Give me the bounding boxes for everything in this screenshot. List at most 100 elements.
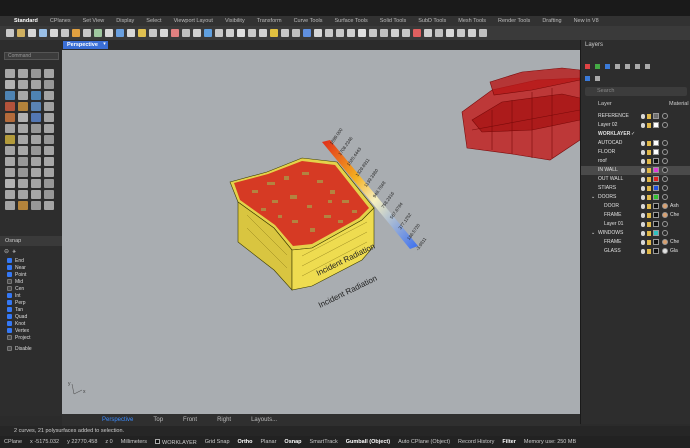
viewport-tab-top[interactable]: Top (153, 417, 163, 423)
visibility-bulb-icon[interactable] (641, 114, 645, 119)
layer-color-swatch[interactable] (653, 158, 659, 164)
osnap-checkbox[interactable] (7, 328, 12, 333)
layer-row[interactable]: FLOOR (581, 148, 690, 157)
tab-subd-tools[interactable]: SubD Tools (412, 18, 452, 24)
toolbar-tool-icon[interactable] (259, 29, 267, 37)
material-swatch[interactable] (662, 212, 668, 218)
osnap-checkbox[interactable] (7, 272, 12, 277)
sidebar-tool-icon[interactable] (5, 190, 15, 199)
sidebar-tool-icon[interactable] (5, 113, 15, 122)
toolbar-tool-icon[interactable] (270, 29, 278, 37)
move-down-icon[interactable] (625, 64, 630, 69)
layer-states-icon[interactable] (585, 76, 590, 81)
sidebar-tool-icon[interactable] (18, 124, 28, 133)
toolbar-tool-icon[interactable] (138, 29, 146, 37)
osnap-panel-icons[interactable]: ⊖ ⚹ (4, 248, 16, 256)
osnap-vertex[interactable]: Vertex (7, 327, 32, 334)
visibility-bulb-icon[interactable] (641, 159, 645, 164)
osnap-project[interactable]: Project (7, 334, 32, 341)
toolbar-tool-icon[interactable] (226, 29, 234, 37)
toolbar-tool-icon[interactable] (105, 29, 113, 37)
lock-icon[interactable] (647, 249, 651, 254)
tab-new-in-v8[interactable]: New in V8 (568, 18, 605, 24)
toolbar-tool-icon[interactable] (116, 29, 124, 37)
viewport-tab-perspective[interactable]: Perspective (102, 417, 133, 423)
tab-transform[interactable]: Transform (251, 18, 288, 24)
osnap-toggle[interactable]: Osnap (284, 439, 301, 445)
sidebar-tool-icon[interactable] (44, 179, 54, 188)
toolbar-tool-icon[interactable] (6, 29, 14, 37)
sidebar-tool-icon[interactable] (44, 113, 54, 122)
toolbar-tool-icon[interactable] (127, 29, 135, 37)
toolbar-tool-icon[interactable] (446, 29, 454, 37)
layers-search-input[interactable]: Search (585, 87, 687, 96)
toolbar-tool-icon[interactable] (391, 29, 399, 37)
sidebar-tool-icon[interactable] (31, 80, 41, 89)
sidebar-tool-icon[interactable] (5, 168, 15, 177)
toolbar-tool-icon[interactable] (182, 29, 190, 37)
toolbar-tool-icon[interactable] (413, 29, 421, 37)
layer-color-swatch[interactable] (653, 203, 659, 209)
cplane-label[interactable]: CPlane (4, 439, 22, 445)
visibility-bulb-icon[interactable] (641, 204, 645, 209)
toolbar-tool-icon[interactable] (325, 29, 333, 37)
current-layer[interactable]: WORKLAYER (155, 438, 197, 446)
lock-icon[interactable] (647, 159, 651, 164)
sidebar-tool-icon[interactable] (44, 168, 54, 177)
layer-color-swatch[interactable] (653, 239, 659, 245)
viewport-tab-right[interactable]: Right (217, 417, 231, 423)
sidebar-tool-icon[interactable] (18, 80, 28, 89)
osnap-tan[interactable]: Tan (7, 306, 32, 313)
lock-icon[interactable] (647, 222, 651, 227)
sidebar-tool-icon[interactable] (5, 135, 15, 144)
layer-row[interactable]: OUT WALL (581, 175, 690, 184)
layer-row[interactable]: STIARS (581, 184, 690, 193)
toolbar-tool-icon[interactable] (204, 29, 212, 37)
sidebar-tool-icon[interactable] (31, 190, 41, 199)
tools-icon[interactable] (645, 64, 650, 69)
sidebar-tool-icon[interactable] (31, 91, 41, 100)
visibility-bulb-icon[interactable] (641, 150, 645, 155)
toolbar-tool-icon[interactable] (281, 29, 289, 37)
toolbar-tool-icon[interactable] (358, 29, 366, 37)
sidebar-tool-icon[interactable] (18, 157, 28, 166)
tab-render-tools[interactable]: Render Tools (492, 18, 536, 24)
sidebar-tool-icon[interactable] (44, 146, 54, 155)
osnap-checkbox[interactable] (7, 307, 12, 312)
sidebar-tool-icon[interactable] (18, 102, 28, 111)
layer-row[interactable]: REFERENCE (581, 112, 690, 121)
sidebar-tool-icon[interactable] (31, 113, 41, 122)
material-swatch[interactable] (662, 194, 668, 200)
lock-icon[interactable] (647, 195, 651, 200)
toolbar-tool-icon[interactable] (83, 29, 91, 37)
tab-drafting[interactable]: Drafting (536, 18, 567, 24)
toolbar-tool-icon[interactable] (160, 29, 168, 37)
sidebar-tool-icon[interactable] (18, 113, 28, 122)
viewport-dropdown-icon[interactable]: ▾ (101, 41, 108, 49)
layer-color-swatch[interactable] (653, 185, 659, 191)
expand-chevron-icon[interactable]: ⌄ (591, 230, 595, 236)
sidebar-tool-icon[interactable] (18, 201, 28, 210)
filter-toggle[interactable]: Filter (502, 439, 515, 445)
layer-color-swatch[interactable] (653, 194, 659, 200)
osnap-cen[interactable]: Cen (7, 285, 32, 292)
layer-color-swatch[interactable] (653, 212, 659, 218)
toolbar-tool-icon[interactable] (28, 29, 36, 37)
delete-layer-icon[interactable] (605, 64, 610, 69)
material-column-header[interactable]: Material (669, 101, 689, 107)
tab-viewport-layout[interactable]: Viewport Layout (168, 18, 219, 24)
toolbar-tool-icon[interactable] (380, 29, 388, 37)
osnap-checkbox[interactable] (7, 300, 12, 305)
toolbar-tool-icon[interactable] (479, 29, 487, 37)
sidebar-tool-icon[interactable] (18, 179, 28, 188)
sidebar-tool-icon[interactable] (5, 201, 15, 210)
units-label[interactable]: Millimeters (121, 439, 147, 445)
sidebar-tool-icon[interactable] (31, 201, 41, 210)
layer-row[interactable]: DOOR Ash (581, 202, 690, 211)
sidebar-tool-icon[interactable] (44, 69, 54, 78)
layer-color-swatch[interactable] (653, 140, 659, 146)
visibility-bulb-icon[interactable] (641, 231, 645, 236)
new-layer-icon[interactable] (585, 64, 590, 69)
osnap-checkbox[interactable] (7, 286, 12, 291)
material-swatch[interactable] (662, 167, 668, 173)
